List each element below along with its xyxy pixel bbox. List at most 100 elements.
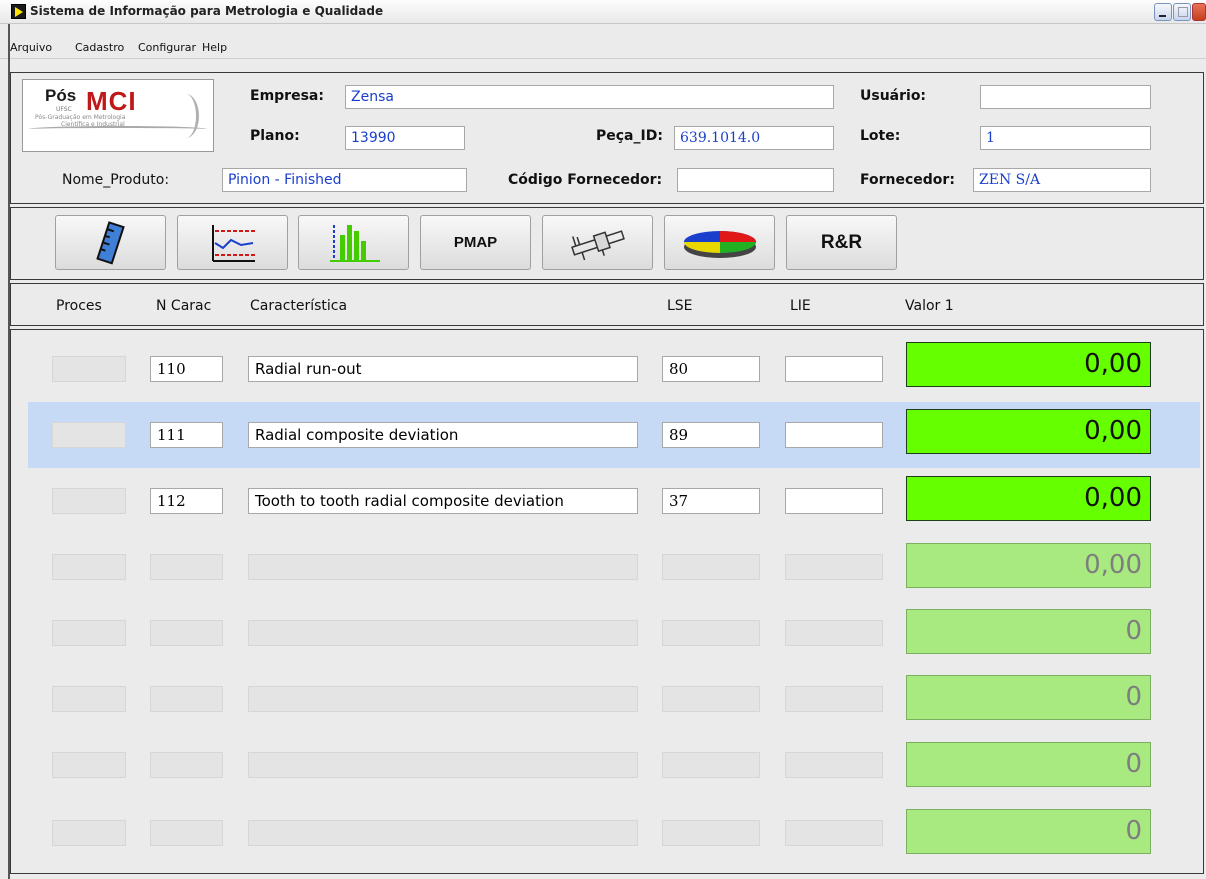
n-carac-cell bbox=[150, 620, 223, 646]
logo-subtitle-line1: Pós-Graduação em Metrologia bbox=[35, 114, 126, 121]
lse-cell bbox=[662, 752, 760, 778]
peca-id-label: Peça_ID: bbox=[596, 128, 663, 144]
caracteristica-cell[interactable]: Radial composite deviation bbox=[248, 422, 638, 448]
caracteristica-cell bbox=[248, 620, 638, 646]
valor-display: 0 bbox=[906, 742, 1151, 787]
lse-cell bbox=[662, 554, 760, 580]
lote-field[interactable]: 1 bbox=[980, 126, 1151, 150]
logo-swoosh bbox=[173, 94, 199, 138]
empresa-field[interactable]: Zensa bbox=[345, 85, 834, 109]
caracteristica-cell bbox=[248, 554, 638, 580]
proces-cell bbox=[52, 820, 126, 846]
caracteristica-cell bbox=[248, 686, 638, 712]
fornecedor-field[interactable]: ZEN S/A bbox=[973, 168, 1151, 192]
lie-cell bbox=[785, 752, 883, 778]
valor-display[interactable]: 0,00 bbox=[906, 476, 1151, 521]
menu-cadastro[interactable]: Cadastro bbox=[75, 41, 124, 54]
lse-cell[interactable]: 37 bbox=[662, 488, 760, 514]
valor-display: 0,00 bbox=[906, 543, 1151, 588]
lse-cell bbox=[662, 620, 760, 646]
codigo-fornecedor-field[interactable] bbox=[677, 168, 834, 192]
column-valor-1: Valor 1 bbox=[905, 298, 954, 314]
lie-cell bbox=[785, 620, 883, 646]
control-chart-button[interactable] bbox=[177, 215, 288, 270]
caracteristica-cell bbox=[248, 820, 638, 846]
column-n-carac: N Carac bbox=[156, 298, 212, 314]
proces-cell bbox=[52, 752, 126, 778]
proces-cell bbox=[52, 686, 126, 712]
valor-display[interactable]: 0,00 bbox=[906, 409, 1151, 454]
usuario-field[interactable] bbox=[980, 85, 1151, 109]
lie-cell[interactable] bbox=[785, 422, 883, 448]
pmap-label: PMAP bbox=[453, 234, 498, 251]
logo-pos-text: Pós bbox=[45, 86, 77, 105]
menu-arquivo[interactable]: Arquivo bbox=[10, 41, 52, 54]
plano-field[interactable]: 13990 bbox=[345, 126, 465, 150]
valor-display: 0 bbox=[906, 675, 1151, 720]
caracteristica-cell bbox=[248, 752, 638, 778]
menu-help[interactable]: Help bbox=[202, 41, 227, 54]
column-proces: Proces bbox=[56, 298, 102, 314]
pie-chart-icon bbox=[683, 230, 756, 258]
ruler-icon bbox=[95, 220, 125, 264]
posmci-logo: Pós MCI UFSC Pós-Graduação em Metrologia… bbox=[22, 79, 214, 152]
n-carac-cell bbox=[150, 554, 223, 580]
lse-cell bbox=[662, 686, 760, 712]
menu-divider bbox=[0, 58, 1206, 59]
n-carac-cell[interactable]: 111 bbox=[150, 422, 223, 448]
labview-app-icon bbox=[11, 4, 26, 19]
lie-cell bbox=[785, 554, 883, 580]
empresa-label: Empresa: bbox=[250, 88, 324, 104]
n-carac-cell[interactable]: 112 bbox=[150, 488, 223, 514]
proces-cell[interactable] bbox=[52, 422, 126, 448]
minimize-button[interactable] bbox=[1154, 3, 1172, 21]
valor-display[interactable]: 0,00 bbox=[906, 342, 1151, 387]
logo-ufsc-text: UFSC bbox=[56, 106, 72, 113]
usuario-label: Usuário: bbox=[860, 88, 927, 104]
pmap-button[interactable]: PMAP bbox=[420, 215, 531, 270]
caracteristica-cell[interactable]: Radial run-out bbox=[248, 356, 638, 382]
n-carac-cell[interactable]: 110 bbox=[150, 356, 223, 382]
caracteristica-cell[interactable]: Tooth to tooth radial composite deviatio… bbox=[248, 488, 638, 514]
menu-configurar[interactable]: Configurar bbox=[138, 41, 196, 54]
lote-label: Lote: bbox=[860, 128, 901, 144]
proces-cell bbox=[52, 620, 126, 646]
lie-cell bbox=[785, 820, 883, 846]
caliper-button[interactable] bbox=[542, 215, 653, 270]
title-bar: Sistema de Informação para Metrologia e … bbox=[0, 0, 1206, 24]
histogram-button[interactable] bbox=[298, 215, 409, 270]
lse-cell[interactable]: 80 bbox=[662, 356, 760, 382]
lie-cell bbox=[785, 686, 883, 712]
nome-produto-label: Nome_Produto: bbox=[62, 172, 170, 188]
logo-mci-text: MCI bbox=[86, 86, 137, 116]
valor-display: 0 bbox=[906, 609, 1151, 654]
peca-id-field[interactable]: 639.1014.0 bbox=[674, 126, 834, 150]
rr-button[interactable]: R&R bbox=[786, 215, 897, 270]
lie-cell[interactable] bbox=[785, 488, 883, 514]
codigo-fornecedor-label: Código Fornecedor: bbox=[508, 172, 663, 188]
n-carac-cell bbox=[150, 686, 223, 712]
proces-cell bbox=[52, 554, 126, 580]
lie-cell[interactable] bbox=[785, 356, 883, 382]
histogram-icon bbox=[329, 224, 380, 262]
column-caracteristica: Característica bbox=[250, 298, 348, 314]
nome-produto-field[interactable]: Pinion - Finished bbox=[222, 168, 467, 192]
measurement-button[interactable] bbox=[55, 215, 166, 270]
column-lie: LIE bbox=[790, 298, 811, 314]
window-title: Sistema de Informação para Metrologia e … bbox=[30, 4, 384, 18]
pareto-button[interactable] bbox=[664, 215, 775, 270]
lse-cell[interactable]: 89 bbox=[662, 422, 760, 448]
rr-label: R&R bbox=[820, 231, 863, 253]
proces-cell[interactable] bbox=[52, 356, 126, 382]
control-chart-icon bbox=[211, 224, 255, 262]
column-lse: LSE bbox=[667, 298, 693, 314]
fornecedor-label: Fornecedor: bbox=[860, 172, 955, 188]
lse-cell bbox=[662, 820, 760, 846]
valor-display: 0 bbox=[906, 809, 1151, 854]
caliper-icon bbox=[570, 229, 625, 260]
close-button[interactable] bbox=[1192, 3, 1206, 21]
n-carac-cell bbox=[150, 752, 223, 778]
maximize-button[interactable] bbox=[1173, 3, 1191, 21]
proces-cell[interactable] bbox=[52, 488, 126, 514]
n-carac-cell bbox=[150, 820, 223, 846]
